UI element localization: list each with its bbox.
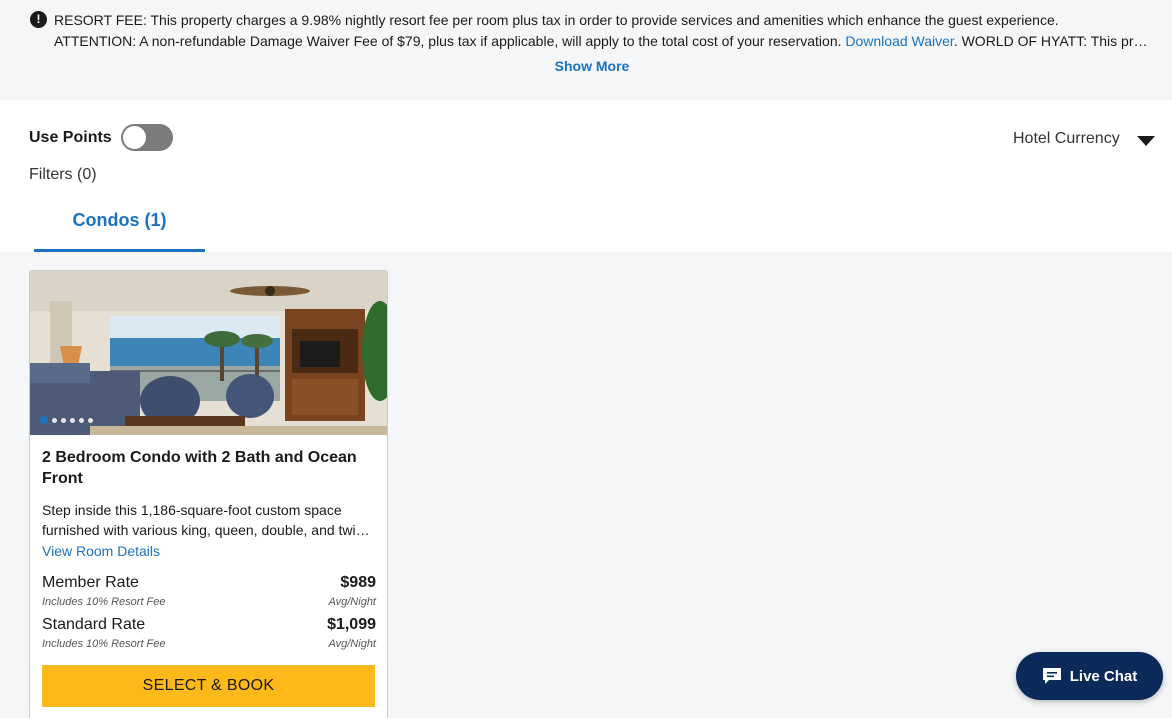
world-of-hyatt-text: . WORLD OF HYATT: This property particip…	[953, 33, 1154, 49]
rate-unit: Avg/Night	[328, 638, 377, 650]
hotel-currency-dropdown[interactable]: Hotel Currency	[1013, 130, 1120, 148]
damage-waiver-text: ATTENTION: A non-refundable Damage Waive…	[54, 33, 846, 49]
rate-name: Standard Rate	[42, 616, 146, 633]
use-points-label: Use Points	[29, 129, 112, 146]
standard-rate-row: Standard Rate Includes 10% Resort Fee $1…	[42, 616, 376, 656]
tab-condos-label: Condos (1)	[72, 210, 167, 230]
resort-fee-notice: RESORT FEE: This property charges a 9.98…	[54, 12, 1059, 28]
filters-button[interactable]: Filters (0)	[29, 166, 97, 184]
carousel-dot[interactable]	[40, 416, 48, 424]
rate-note: Includes 10% Resort Fee	[42, 596, 166, 608]
rate-name: Member Rate	[42, 574, 139, 591]
live-chat-button[interactable]: Live Chat	[1016, 652, 1163, 700]
select-and-book-button[interactable]: SELECT & BOOK	[42, 665, 375, 707]
room-description: Step inside this 1,186-square-foot custo…	[42, 502, 364, 538]
rate-price: $1,099	[327, 616, 376, 633]
notice-banner: ! RESORT FEE: This property charges a 9.…	[0, 0, 1172, 100]
live-chat-label: Live Chat	[1069, 667, 1138, 685]
alert-icon: !	[30, 11, 47, 28]
tab-condos[interactable]: Condos (1)	[34, 205, 205, 252]
room-photo[interactable]	[30, 271, 387, 435]
carousel-dot[interactable]	[88, 417, 93, 423]
chat-bubble-icon	[1042, 668, 1061, 684]
damage-waiver-notice: ATTENTION: A non-refundable Damage Waive…	[54, 31, 1154, 52]
view-room-details-link[interactable]: View Room Details	[42, 543, 160, 559]
rate-note: Includes 10% Resort Fee	[42, 638, 166, 650]
download-waiver-link[interactable]: Download Waiver	[845, 33, 953, 49]
rate-unit: Avg/Night	[328, 596, 377, 608]
room-card: 2 Bedroom Condo with 2 Bath and Ocean Fr…	[29, 270, 388, 718]
carousel-dot[interactable]	[70, 417, 75, 423]
carousel-dot[interactable]	[79, 417, 84, 423]
show-more-link[interactable]: Show More	[0, 58, 1172, 74]
carousel-dot[interactable]	[52, 417, 57, 423]
member-rate-row: Member Rate Includes 10% Resort Fee $989…	[42, 574, 376, 614]
chevron-down-icon[interactable]	[1137, 136, 1155, 146]
room-title: 2 Bedroom Condo with 2 Bath and Ocean Fr…	[42, 449, 357, 487]
toggle-knob	[123, 126, 146, 149]
room-photo-image	[30, 271, 387, 435]
carousel-dot[interactable]	[61, 417, 66, 423]
rate-price: $989	[340, 574, 376, 591]
use-points-toggle[interactable]	[121, 124, 173, 151]
carousel-dots	[40, 416, 93, 424]
